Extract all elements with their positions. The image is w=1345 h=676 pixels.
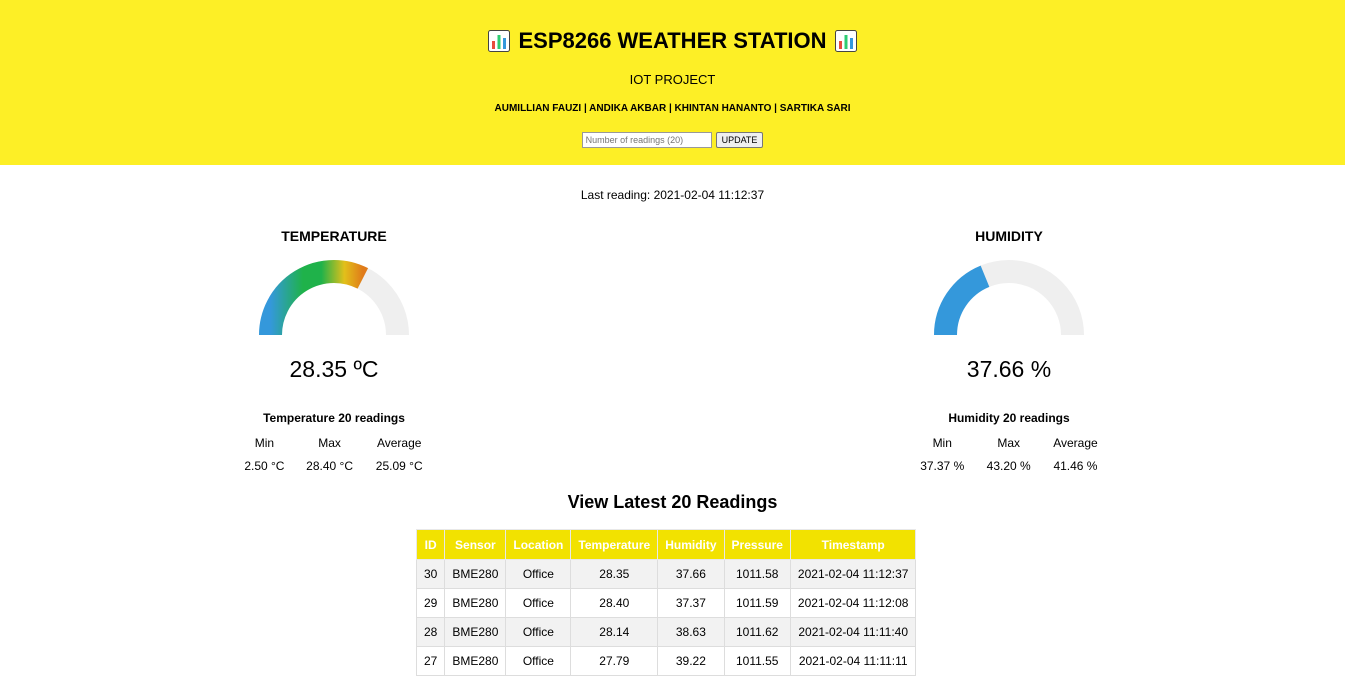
temperature-min: 2.50 °C (244, 458, 285, 473)
column-header-humidity: Humidity (657, 529, 725, 560)
table-cell: 2021-02-04 11:12:08 (789, 588, 917, 618)
table-cell: 28.14 (570, 617, 659, 647)
temperature-average: 25.09 °C (375, 458, 423, 473)
subtitle: IOT PROJECT (629, 72, 716, 87)
table-cell: 28.40 (570, 588, 659, 618)
table-cell: 1011.59 (723, 588, 791, 618)
table-row: 27 BME280 Office 27.79 39.22 1011.55 2021-02-0… (415, 646, 917, 676)
table-cell: 27 (415, 646, 446, 676)
stat-label-max: Max (997, 435, 1021, 450)
readings-table-title: View Latest 20 Readings (567, 492, 778, 512)
humidity-gauge (934, 260, 1084, 336)
table-cell: 1011.62 (723, 617, 791, 647)
table-cell: Office (505, 588, 572, 618)
last-reading-text: Last reading: 2021-02-04 11:12:37 (580, 188, 765, 202)
update-button[interactable]: UPDATE (715, 132, 764, 148)
table-cell: BME280 (444, 588, 507, 618)
table-cell: 1011.55 (723, 646, 791, 676)
table-cell: 2021-02-04 11:11:40 (789, 617, 917, 647)
column-header-temperature: Temperature (570, 529, 659, 560)
table-cell: Office (505, 559, 572, 589)
page-title: ESP8266 WEATHER STATION (0, 28, 1345, 54)
readings-form: UPDATE (0, 132, 1345, 148)
header-banner: ESP8266 WEATHER STATION IOT PROJECT AUMI… (0, 0, 1345, 165)
temperature-stats-table: Min Max Average 2.50 °C 28.40 °C 25.09 °… (234, 431, 434, 477)
column-header-sensor: Sensor (444, 529, 507, 560)
humidity-gauge-card: HUMIDITY 37.66 % Humidity 20 readings Mi… (909, 228, 1109, 473)
table-cell: 38.63 (657, 617, 725, 647)
table-cell: 2021-02-04 11:11:11 (789, 646, 917, 676)
table-cell: 37.66 (657, 559, 725, 589)
table-cell: Office (505, 617, 572, 647)
table-row: 28 BME280 Office 28.14 38.63 1011.62 2021-02-0… (415, 617, 917, 647)
table-cell: Office (505, 646, 572, 676)
column-header-id: ID (415, 529, 446, 560)
temperature-stats-title: Temperature 20 readings (263, 411, 405, 425)
temperature-gauge (259, 260, 409, 336)
humidity-average: 41.46 % (1053, 458, 1098, 473)
stat-label-average: Average (376, 435, 422, 450)
table-cell: 27.79 (570, 646, 659, 676)
humidity-title: HUMIDITY (975, 228, 1043, 244)
bar-chart-icon (488, 30, 511, 52)
humidity-min: 37.37 % (920, 458, 965, 473)
stat-label-min: Min (932, 435, 952, 450)
table-cell: 2021-02-04 11:12:37 (789, 559, 917, 589)
readings-table: ID Sensor Location Temperature Humidity Press… (415, 529, 917, 676)
column-header-timestamp: Timestamp (789, 529, 917, 560)
table-cell: 28 (415, 617, 446, 647)
table-cell: 28.35 (570, 559, 659, 589)
table-cell: 30 (415, 559, 446, 589)
stat-label-max: Max (318, 435, 341, 450)
bar-chart-icon (834, 30, 857, 52)
table-row: 29 BME280 Office 28.40 37.37 1011.59 2021-02-0… (415, 588, 917, 618)
column-header-location: Location (505, 529, 572, 560)
humidity-stats-table: Min Max Average 37.37 % 43.20 % 41.46 % (909, 431, 1109, 477)
table-cell: 29 (415, 588, 446, 618)
stat-label-average: Average (1053, 435, 1098, 450)
page-title-text: ESP8266 WEATHER STATION (518, 28, 827, 53)
temperature-value: 28.35 ºC (289, 356, 379, 382)
readings-count-input[interactable] (581, 132, 712, 148)
temperature-gauge-card: TEMPERATURE 28.35 ºC Temperature 20 read… (234, 228, 434, 473)
readings-table-header: ID Sensor Location Temperature Humidity Press… (415, 529, 917, 560)
column-header-pressure: Pressure (723, 529, 791, 560)
temperature-title: TEMPERATURE (281, 228, 387, 244)
table-cell: 39.22 (657, 646, 725, 676)
table-row: 30 BME280 Office 28.35 37.66 1011.58 2021-02-0… (415, 559, 917, 589)
temperature-max: 28.40 °C (306, 458, 353, 473)
table-cell: BME280 (444, 646, 507, 676)
stat-label-min: Min (254, 435, 275, 450)
humidity-gauge-fill (934, 265, 990, 336)
table-cell: BME280 (444, 617, 507, 647)
table-cell: 37.37 (657, 588, 725, 618)
humidity-max: 43.20 % (986, 458, 1031, 473)
table-cell: 1011.58 (723, 559, 791, 589)
temperature-gauge-fill (259, 260, 369, 336)
humidity-value: 37.66 % (966, 356, 1052, 382)
authors-line: AUMILLIAN FAUZI | ANDIKA AKBAR | KHINTAN… (494, 103, 851, 114)
table-cell: BME280 (444, 559, 507, 589)
humidity-stats-title: Humidity 20 readings (948, 411, 1070, 425)
